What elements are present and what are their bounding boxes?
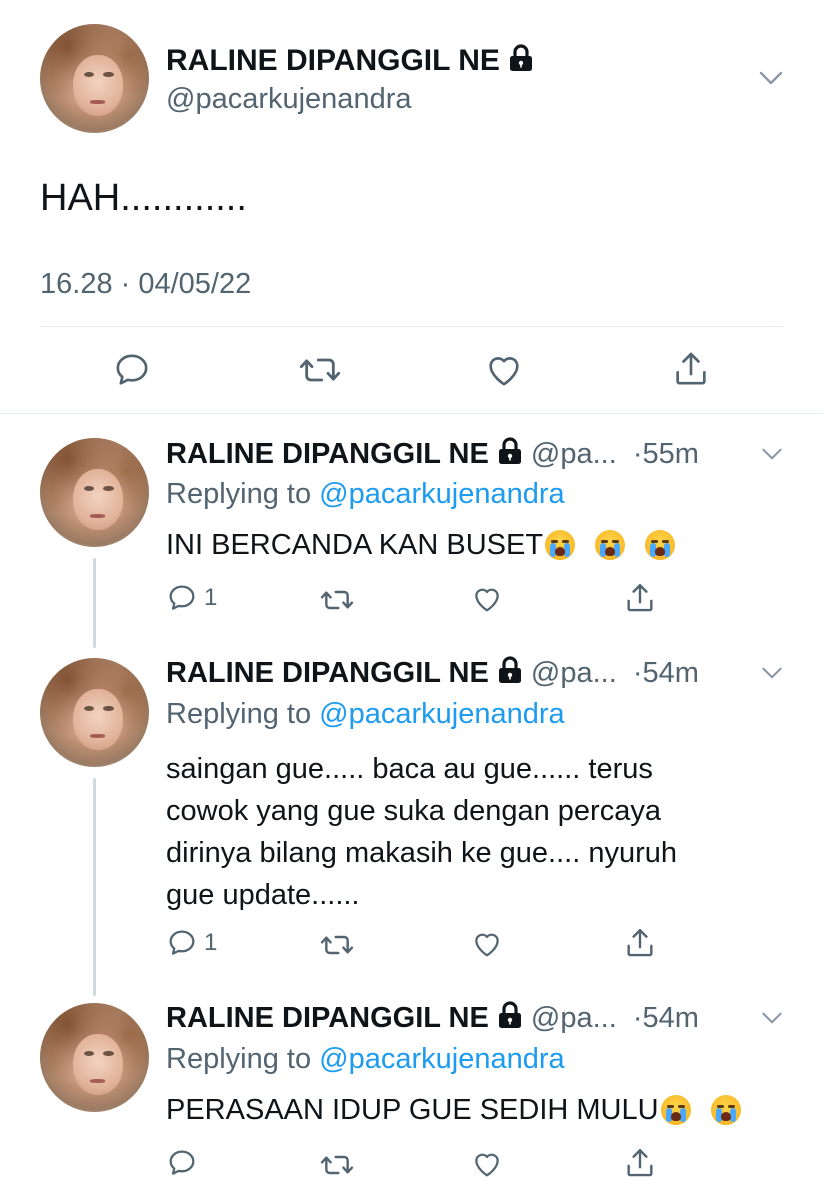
loudly-crying-face-emoji	[545, 530, 576, 560]
loudly-crying-face-emoji	[595, 530, 626, 560]
tweet-text: saingan gue..... baca au gue...... terus…	[166, 748, 677, 916]
tweet-text: PERASAAN IDUP GUE SEDIH MULU	[166, 1093, 741, 1127]
loudly-crying-face-emoji	[710, 1095, 741, 1125]
tweet-text-line: cowok yang gue suka dengan percaya	[166, 795, 661, 827]
heart-icon[interactable]	[470, 1148, 504, 1180]
display-name[interactable]: RALINE DIPANGGIL NE	[166, 44, 534, 78]
loudly-crying-face-emoji	[660, 1095, 691, 1125]
lock-icon	[498, 437, 521, 464]
tweet-text-line: dirinya bilang makasih ke gue.... nyuruh	[166, 837, 678, 869]
chevron-down-icon[interactable]	[760, 664, 784, 682]
divider	[0, 413, 823, 414]
reply-count: 1	[204, 929, 218, 956]
avatar[interactable]	[40, 1003, 149, 1112]
chevron-down-icon[interactable]	[757, 68, 785, 88]
mention-link[interactable]: @pacarkujenandra	[319, 698, 564, 730]
retweet-icon[interactable]	[318, 929, 356, 961]
replying-to: Replying to @pacarkujenandra	[166, 697, 565, 731]
handle[interactable]: @pa...	[531, 657, 617, 689]
loudly-crying-face-emoji	[645, 530, 676, 560]
display-name[interactable]: RALINE DIPANGGIL NE	[166, 438, 489, 470]
heart-icon[interactable]	[483, 350, 525, 390]
avatar[interactable]	[40, 24, 149, 133]
replying-label: Replying to	[166, 698, 312, 730]
mention-link[interactable]: @pacarkujenandra	[319, 1043, 564, 1075]
lock-icon	[510, 44, 533, 71]
reply-header: RALINE DIPANGGIL NE @pa... ·54m	[166, 656, 699, 690]
heart-icon[interactable]	[470, 928, 504, 960]
tweet-text: INI BERCANDA KAN BUSET	[166, 528, 676, 562]
share-icon[interactable]	[623, 926, 657, 960]
tweet-text: HAH............	[40, 177, 247, 219]
lock-icon	[498, 1001, 521, 1028]
retweet-icon[interactable]	[318, 584, 356, 616]
relative-time[interactable]: ·54m	[633, 657, 699, 689]
reply-header: RALINE DIPANGGIL NE @pa... ·54m	[166, 1001, 699, 1035]
replying-label: Replying to	[166, 1043, 312, 1075]
heart-icon[interactable]	[470, 583, 504, 615]
reply-button[interactable]: 1	[166, 582, 217, 614]
avatar[interactable]	[40, 658, 149, 767]
reply-icon	[169, 930, 195, 955]
replying-label: Replying to	[166, 478, 312, 510]
handle[interactable]: @pa...	[531, 1002, 617, 1034]
display-name[interactable]: RALINE DIPANGGIL NE	[166, 657, 489, 689]
reply-button[interactable]: 1	[166, 927, 217, 959]
divider	[40, 326, 783, 327]
reply-icon[interactable]	[112, 350, 152, 390]
handle[interactable]: @pacarkujenandra	[166, 82, 411, 116]
reply-header: RALINE DIPANGGIL NE @pa... ·55m	[166, 437, 699, 471]
share-icon[interactable]	[623, 1146, 657, 1180]
reply-icon[interactable]	[166, 1147, 198, 1179]
tweet-text-line: gue update......	[166, 879, 360, 911]
handle[interactable]: @pa...	[531, 438, 617, 470]
share-icon[interactable]	[671, 348, 711, 390]
replying-to: Replying to @pacarkujenandra	[166, 477, 565, 511]
tweet-timestamp[interactable]: 16.28 · 04/05/22	[40, 267, 251, 301]
mention-link[interactable]: @pacarkujenandra	[319, 478, 564, 510]
display-name[interactable]: RALINE DIPANGGIL NE	[166, 1002, 489, 1034]
lock-icon	[498, 656, 521, 683]
retweet-icon[interactable]	[298, 350, 342, 390]
chevron-down-icon[interactable]	[760, 445, 784, 463]
tweet-text-line: saingan gue..... baca au gue...... terus	[166, 753, 653, 785]
retweet-icon[interactable]	[318, 1149, 356, 1181]
thread-line	[93, 778, 96, 996]
avatar[interactable]	[40, 438, 149, 547]
reply-count: 1	[204, 584, 218, 611]
share-icon[interactable]	[623, 581, 657, 615]
reply-icon	[169, 585, 195, 610]
thread-line	[93, 558, 96, 648]
relative-time[interactable]: ·54m	[633, 1002, 699, 1034]
chevron-down-icon[interactable]	[760, 1009, 784, 1027]
relative-time[interactable]: ·55m	[633, 438, 699, 470]
replying-to: Replying to @pacarkujenandra	[166, 1042, 565, 1076]
